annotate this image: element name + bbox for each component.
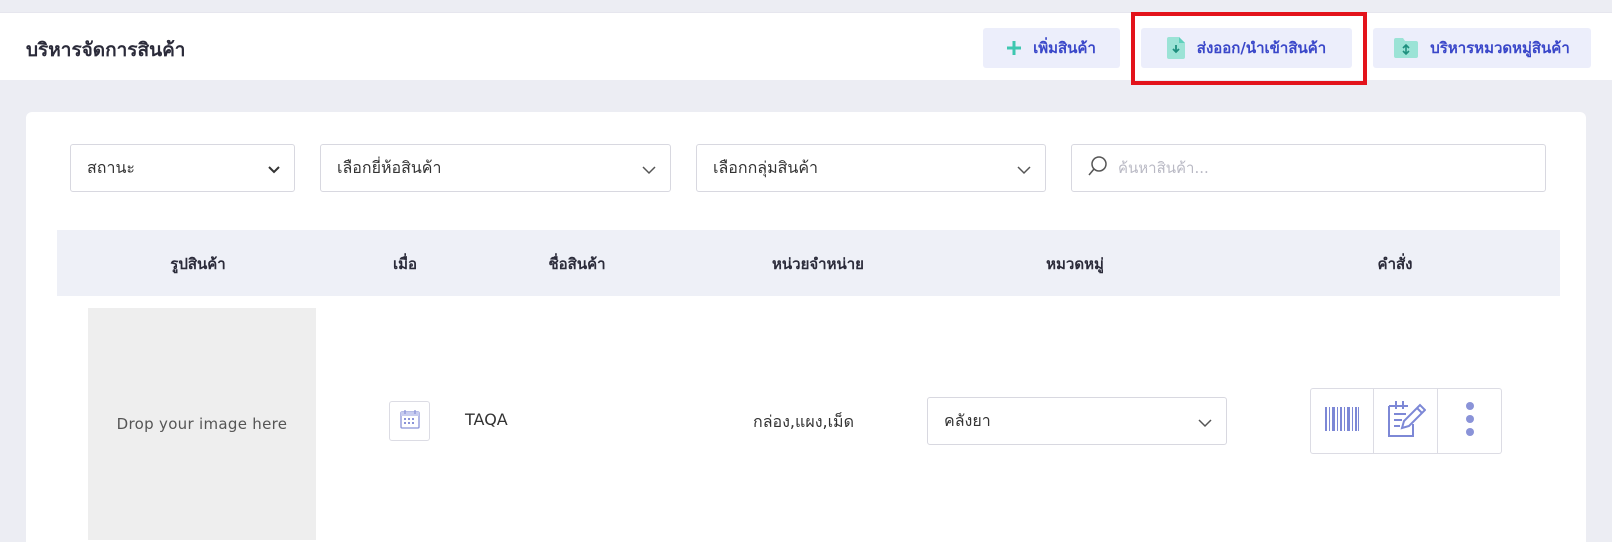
page-title: บริหารจัดการสินค้า — [26, 39, 186, 61]
barcode-button[interactable] — [1310, 388, 1374, 454]
category-select-value: คลังยา — [944, 410, 991, 430]
group-select[interactable]: เลือกกลุ่มสินค้า — [696, 144, 1046, 192]
search-icon — [1088, 156, 1108, 180]
product-units: กล่อง,แผง,เม็ด — [753, 412, 854, 431]
brand-select[interactable]: เลือกยี่ห้อสินค้า — [320, 144, 671, 192]
column-header-category: หมวดหมู่ — [1046, 255, 1104, 273]
add-product-button[interactable]: เพิ่มสินค้า — [983, 28, 1120, 68]
calendar-icon — [399, 409, 420, 433]
product-name: TAQA — [465, 410, 508, 429]
highlight-box — [1131, 12, 1367, 85]
add-product-label: เพิ่มสินค้า — [1033, 39, 1096, 57]
chevron-down-icon — [1017, 161, 1031, 180]
group-select-value: เลือกกลุ่มสินค้า — [713, 157, 818, 177]
image-dropzone[interactable]: Drop your image here — [88, 308, 316, 540]
status-select-value: สถานะ — [87, 157, 135, 177]
barcode-icon — [1325, 407, 1359, 435]
edit-note-icon — [1386, 400, 1426, 442]
column-header-units: หน่วยจำหน่าย — [772, 255, 864, 273]
folder-icon — [1394, 38, 1419, 58]
manage-categories-label: บริหารหมวดหมู่สินค้า — [1430, 39, 1570, 57]
category-select[interactable]: คลังยา — [927, 397, 1227, 445]
date-button[interactable] — [389, 401, 430, 441]
manage-categories-button[interactable]: บริหารหมวดหมู่สินค้า — [1373, 28, 1591, 68]
row-actions — [1310, 388, 1502, 454]
column-header-name: ชื่อสินค้า — [548, 255, 606, 273]
plus-icon — [1007, 41, 1022, 55]
search-box[interactable] — [1071, 144, 1546, 192]
column-header-actions: คำสั่ง — [1377, 255, 1413, 273]
chevron-down-icon — [268, 161, 280, 180]
more-button[interactable] — [1438, 388, 1502, 454]
chevron-down-icon — [642, 161, 656, 180]
more-vertical-icon — [1465, 402, 1475, 440]
edit-button[interactable] — [1374, 388, 1438, 454]
column-header-date: เมื่อ — [392, 255, 418, 273]
search-input[interactable] — [1118, 159, 1538, 177]
top-header: บริหารจัดการสินค้า เพิ่มสินค้า ส่งออก/นำ… — [0, 12, 1612, 80]
chevron-down-icon — [1198, 414, 1212, 433]
table-header: รูปสินค้า เมื่อ ชื่อสินค้า หน่วยจำหน่าย … — [57, 230, 1560, 296]
brand-select-value: เลือกยี่ห้อสินค้า — [337, 157, 442, 177]
column-header-image: รูปสินค้า — [170, 255, 226, 273]
product-list-card: สถานะ เลือกยี่ห้อสินค้า เลือกกลุ่มสินค้า… — [26, 112, 1586, 542]
status-select[interactable]: สถานะ — [70, 144, 295, 192]
